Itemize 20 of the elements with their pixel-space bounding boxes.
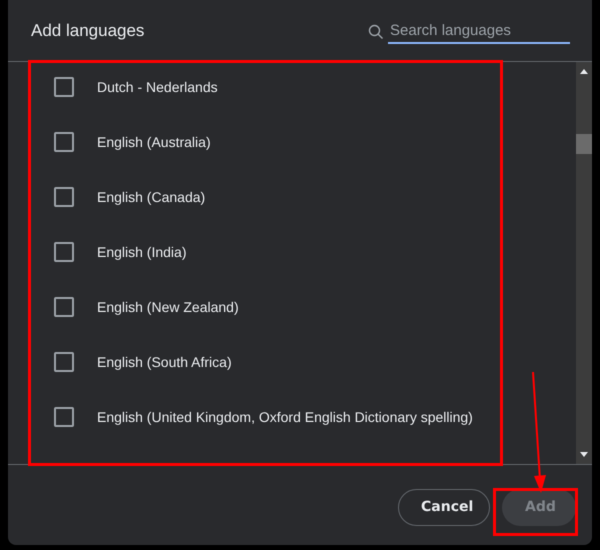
checkbox[interactable] [54, 296, 74, 316]
dialog-title: Add languages [31, 20, 144, 40]
checkbox[interactable] [54, 76, 74, 96]
language-label[interactable]: English (United Kingdom, Oxford English Dictionary spelling) [97, 408, 473, 424]
language-label[interactable]: English (India) [97, 244, 186, 260]
scrollbar[interactable] [576, 62, 592, 464]
checkbox[interactable] [54, 242, 74, 262]
scroll-thumb[interactable] [576, 134, 592, 154]
language-label[interactable]: English (South Africa) [97, 354, 232, 370]
search-icon [368, 24, 384, 40]
language-label[interactable]: English (Australia) [97, 134, 211, 150]
cancel-button[interactable]: Cancel [398, 488, 490, 526]
checkbox[interactable] [54, 186, 74, 206]
language-label[interactable]: English (Canada) [97, 188, 206, 204]
checkbox[interactable] [54, 406, 74, 426]
checkbox[interactable] [54, 352, 74, 372]
search-field[interactable]: Search languages [388, 20, 570, 44]
language-label[interactable]: English (New Zealand) [97, 298, 239, 314]
language-label[interactable]: Dutch - Nederlands [97, 78, 218, 94]
checkbox[interactable] [54, 132, 74, 152]
